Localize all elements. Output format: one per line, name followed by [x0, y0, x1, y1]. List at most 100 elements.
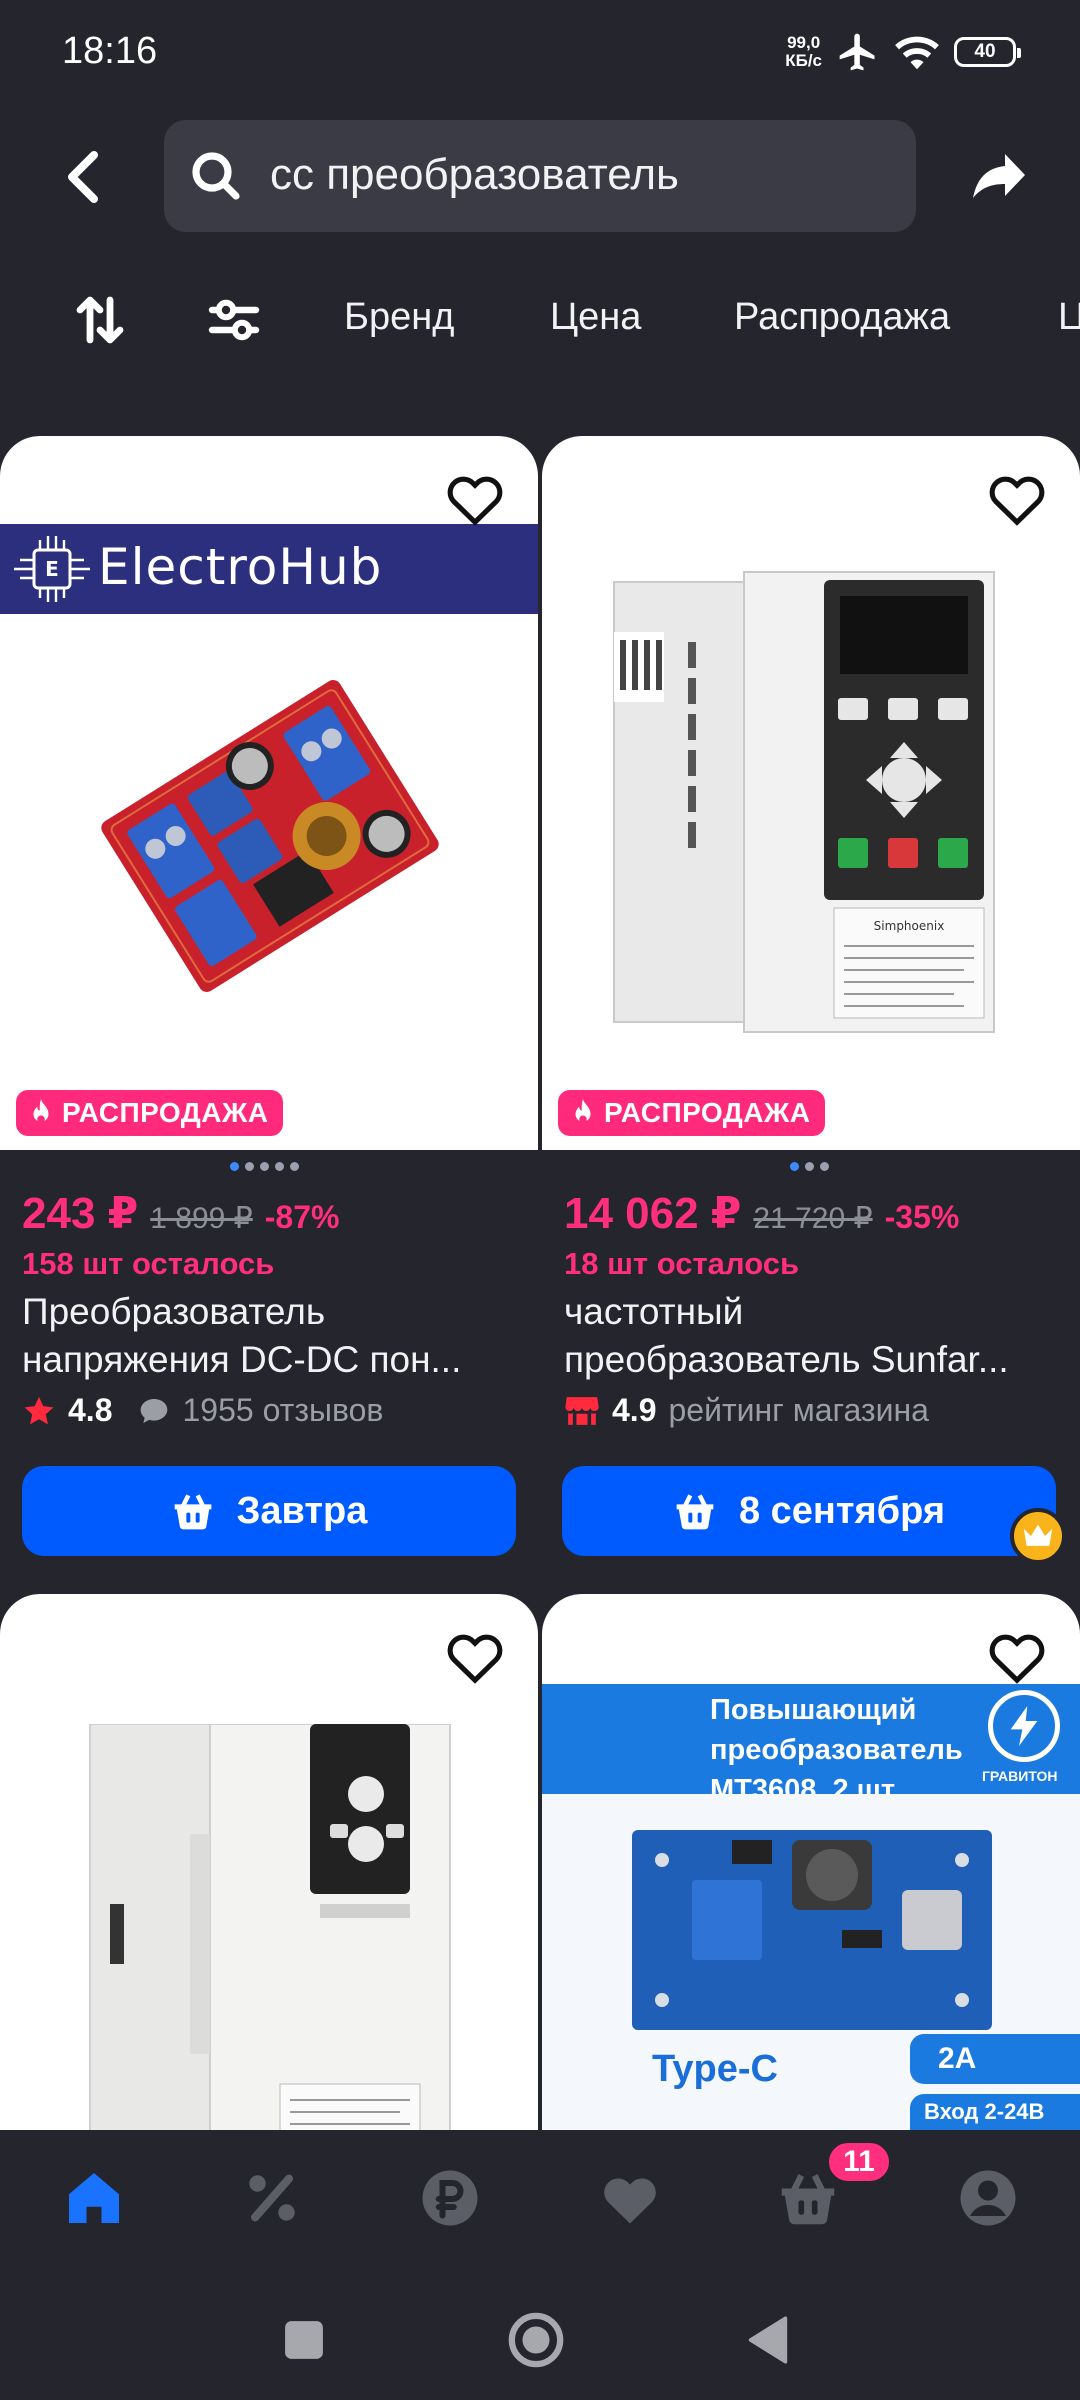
product-card[interactable]: Повышающий преобразователь MT3608, 2 шт.… [542, 1594, 1080, 2130]
brand-banner: E ElectroHub [0, 524, 538, 614]
add-to-cart-button[interactable]: Завтра [22, 1466, 516, 1556]
airplane-icon [836, 30, 880, 74]
favorite-button[interactable] [982, 466, 1052, 530]
bottom-nav: 11 [0, 2130, 1080, 2270]
favorite-button[interactable] [440, 1624, 510, 1688]
image-pager-dots [230, 1162, 299, 1171]
old-price: 21 720 ₽ [753, 1202, 873, 1235]
filter-more[interactable]: Ц [1058, 296, 1080, 339]
basket-icon [174, 1494, 211, 1530]
status-time: 18:16 [62, 30, 158, 72]
nav-finance[interactable] [418, 2166, 482, 2230]
brand-name: ГРАВИТОН [982, 1768, 1058, 1784]
home-icon [69, 2173, 119, 2223]
add-to-cart-button[interactable]: 8 сентября [562, 1466, 1056, 1556]
heart-outline-icon [989, 476, 1045, 526]
system-nav-bar [0, 2270, 1080, 2400]
nav-favorites[interactable] [598, 2166, 662, 2230]
store-icon [565, 1396, 599, 1425]
comment-icon [141, 1398, 168, 1423]
product-title-line: Преобразователь [22, 1291, 326, 1332]
type-c-label: Type-C [652, 2048, 778, 2090]
nav-deals[interactable] [240, 2166, 304, 2230]
product-title[interactable]: Преобразователь напряжения DC-DC пон... [22, 1288, 512, 1384]
rating-line: 4.9 рейтинг магазина [564, 1392, 929, 1429]
stock-left: 158 шт осталось [22, 1246, 275, 1281]
circle-icon [508, 2312, 564, 2368]
premium-crown-icon [1010, 1508, 1066, 1564]
discount: -87% [264, 1199, 340, 1235]
inverter-brand: Simphoenix [874, 919, 945, 933]
product-image [89, 1724, 451, 2130]
sliders-icon [208, 299, 260, 341]
profile-icon [960, 2170, 1016, 2226]
product-card[interactable]: Simphoenix РАСПРОДАЖА [542, 436, 1080, 1150]
product-image [632, 1830, 992, 2030]
filter-sale[interactable]: Распродажа [734, 296, 950, 339]
filter-brand[interactable]: Бренд [344, 296, 454, 339]
network-speed-value: 99,0 [787, 33, 821, 52]
product-title-line: напряжения DC-DC пон... [22, 1339, 462, 1380]
search-query: сс преобразователь [270, 150, 679, 199]
search-icon [192, 152, 240, 200]
price-line: 243 ₽ 1 899 ₽ -87% [22, 1188, 339, 1239]
star-icon [24, 1396, 54, 1424]
nav-profile[interactable] [956, 2166, 1020, 2230]
delivery-date: Завтра [236, 1489, 368, 1532]
filter-price[interactable]: Цена [550, 296, 641, 339]
filter-settings-button[interactable] [206, 292, 262, 353]
wifi-icon [894, 32, 940, 72]
price: 243 ₽ [22, 1189, 139, 1238]
favorite-button[interactable] [982, 1624, 1052, 1688]
pager-dot [805, 1162, 814, 1171]
share-button[interactable] [966, 146, 1032, 208]
home-system-button[interactable] [506, 2310, 566, 2370]
banner-line: Повышающий [710, 1694, 917, 1726]
pager-dot [260, 1162, 269, 1171]
cart-count-badge: 11 [826, 2140, 892, 2184]
pager-dot [230, 1162, 239, 1171]
search-input[interactable]: сс преобразователь [164, 120, 916, 232]
sale-badge-label: РАСПРОДАЖА [62, 1097, 269, 1128]
pager-dot [245, 1162, 254, 1171]
heart-outline-icon [447, 1634, 503, 1684]
image-pager-dots [790, 1162, 829, 1171]
heart-icon [604, 2178, 656, 2224]
pager-dot [790, 1162, 799, 1171]
fire-icon [33, 1099, 49, 1123]
product-title[interactable]: частотный преобразователь Sunfar... [564, 1288, 1054, 1384]
sort-icon [76, 296, 124, 344]
price: 14 062 ₽ [564, 1189, 742, 1238]
chevron-left-icon [68, 151, 98, 203]
delivery-date: 8 сентября [738, 1489, 946, 1532]
status-bar: 18:16 99,0 КБ/с 40 [0, 0, 1080, 104]
ruble-icon [422, 2170, 478, 2226]
product-title-line: частотный [564, 1291, 744, 1332]
recents-button[interactable] [274, 2310, 334, 2370]
reviews-count: 1955 отзывов [182, 1392, 384, 1428]
pager-dot [290, 1162, 299, 1171]
discount: -35% [884, 1199, 960, 1235]
product-image: Simphoenix [613, 571, 995, 1033]
sale-badge: РАСПРОДАЖА [16, 1090, 283, 1136]
back-system-button[interactable] [738, 2310, 798, 2370]
product-banner: Повышающий преобразователь MT3608, 2 шт.… [542, 1684, 1080, 1806]
svg-text:E: E [45, 557, 59, 581]
sort-button[interactable] [72, 292, 128, 353]
old-price: 1 899 ₽ [150, 1202, 253, 1235]
back-button[interactable] [52, 147, 112, 207]
basket-icon [676, 1494, 714, 1530]
nav-home[interactable] [62, 2166, 126, 2230]
rating-line: 4.8 1955 отзывов [22, 1392, 383, 1429]
product-title-line: преобразователь Sunfar... [564, 1339, 1009, 1380]
pager-dot [275, 1162, 284, 1171]
sale-badge: РАСПРОДАЖА [558, 1090, 825, 1136]
favorite-button[interactable] [440, 466, 510, 530]
network-speed: 99,0 КБ/с [785, 34, 822, 70]
sale-badge-label: РАСПРОДАЖА [604, 1097, 811, 1128]
product-card[interactable] [0, 1594, 538, 2130]
product-card[interactable]: E ElectroHub РАСПРОДАЖА [0, 436, 538, 1150]
current-tag: 2A [910, 2034, 1080, 2084]
cart-icon [781, 2174, 835, 2225]
rating-value: 4.8 [68, 1392, 113, 1428]
